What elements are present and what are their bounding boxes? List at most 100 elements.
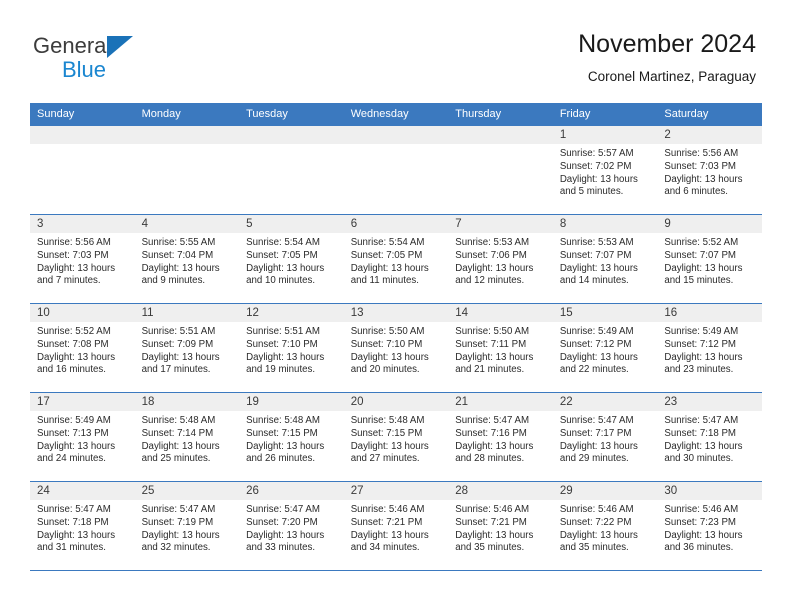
calendar-week-row: 17 Sunrise: 5:49 AM Sunset: 7:13 PM Dayligh… [30, 392, 762, 482]
calendar-week-row: 3 Sunrise: 5:56 AM Sunset: 7:03 PM Daylight… [30, 214, 762, 304]
calendar-day-cell[interactable]: 28 Sunrise: 5:46 AM Sunset: 7:21 PM Dayligh… [448, 481, 553, 571]
daylight-duration-line2: and 36 minutes. [664, 542, 734, 554]
sunrise-time: Sunrise: 5:54 AM [246, 237, 320, 248]
calendar-week-row: 24 Sunrise: 5:47 AM Sunset: 7:18 PM Dayligh… [30, 481, 762, 571]
calendar-day-cell[interactable]: 6 Sunrise: 5:54 AM Sunset: 7:05 PM Daylight… [343, 214, 449, 304]
sunrise-time: Sunrise: 5:50 AM [455, 326, 530, 337]
sunrise-time: Sunrise: 5:51 AM [141, 326, 216, 337]
logo-text-blue: Blue [62, 57, 107, 82]
sunrise-time: Sunrise: 5:47 AM [559, 415, 634, 426]
logo-triangle-icon [107, 36, 133, 58]
day-sun-info: Sunrise: 5:50 AM Sunset: 7:10 PM Daylight:… [344, 322, 449, 377]
sunrise-time: Sunrise: 5:47 AM [664, 415, 739, 426]
daylight-duration-line1: Daylight: 13 hours [246, 440, 325, 452]
day-number: 2 [657, 126, 762, 144]
daylight-duration-line2: and 35 minutes. [559, 542, 629, 554]
day-sun-info: Sunrise: 5:52 AM Sunset: 7:07 PM Daylight:… [657, 233, 762, 288]
generalblue-logo[interactable]: General Blue [33, 34, 233, 86]
day-number: 28 [448, 482, 553, 500]
calendar-day-cell[interactable]: 29 Sunrise: 5:46 AM Sunset: 7:22 PM Dayligh… [552, 481, 658, 571]
sunset-time: Sunset: 7:11 PM [455, 338, 527, 350]
day-sun-info: Sunrise: 5:49 AM Sunset: 7:13 PM Daylight:… [30, 411, 135, 466]
sunset-time: Sunset: 7:21 PM [455, 516, 527, 528]
day-sun-info: Sunrise: 5:53 AM Sunset: 7:06 PM Daylight:… [448, 233, 553, 288]
calendar-day-cell-empty [134, 125, 240, 215]
day-sun-info: Sunrise: 5:47 AM Sunset: 7:16 PM Daylight:… [448, 411, 553, 466]
calendar-day-cell[interactable]: 16 Sunrise: 5:49 AM Sunset: 7:12 PM Dayligh… [657, 303, 762, 393]
sunset-time: Sunset: 7:10 PM [350, 338, 423, 350]
calendar-day-cell[interactable]: 1 Sunrise: 5:57 AM Sunset: 7:02 PM Daylight… [552, 125, 658, 215]
calendar-day-cell[interactable]: 7 Sunrise: 5:53 AM Sunset: 7:06 PM Daylight… [448, 214, 553, 304]
calendar-day-cell[interactable]: 22 Sunrise: 5:47 AM Sunset: 7:17 PM Dayligh… [552, 392, 658, 482]
calendar-day-cell[interactable]: 25 Sunrise: 5:47 AM Sunset: 7:19 PM Dayligh… [134, 481, 240, 571]
calendar-day-cell[interactable]: 13 Sunrise: 5:50 AM Sunset: 7:10 PM Dayligh… [343, 303, 449, 393]
sunrise-time: Sunrise: 5:46 AM [455, 504, 530, 515]
calendar-table: Sunday Monday Tuesday Wednesday Thursday… [30, 103, 762, 571]
daylight-duration-line1: Daylight: 13 hours [350, 529, 429, 541]
page-subtitle: Coronel Martinez, Paraguay [587, 69, 756, 84]
day-number: 26 [239, 482, 344, 500]
calendar-day-cell[interactable]: 18 Sunrise: 5:48 AM Sunset: 7:14 PM Dayligh… [134, 392, 240, 482]
day-sun-info: Sunrise: 5:51 AM Sunset: 7:10 PM Daylight:… [239, 322, 344, 377]
sunset-time: Sunset: 7:06 PM [455, 249, 527, 261]
day-number: 20 [343, 393, 449, 411]
day-number: 4 [134, 215, 240, 233]
calendar-day-cell[interactable]: 12 Sunrise: 5:51 AM Sunset: 7:10 PM Dayligh… [239, 303, 344, 393]
day-number: 5 [239, 215, 344, 233]
daylight-duration-line2: and 30 minutes. [664, 453, 734, 465]
sunrise-time: Sunrise: 5:50 AM [350, 326, 425, 337]
calendar-day-cell[interactable]: 10 Sunrise: 5:52 AM Sunset: 7:08 PM Dayligh… [30, 303, 135, 393]
daylight-duration-line2: and 21 minutes. [455, 364, 525, 376]
day-sun-info: Sunrise: 5:47 AM Sunset: 7:20 PM Daylight:… [239, 500, 344, 555]
calendar-day-cell[interactable]: 3 Sunrise: 5:56 AM Sunset: 7:03 PM Daylight… [30, 214, 135, 304]
calendar-day-cell[interactable]: 4 Sunrise: 5:55 AM Sunset: 7:04 PM Daylight… [134, 214, 240, 304]
weekday-header-thursday: Thursday [448, 103, 553, 126]
sunrise-time: Sunrise: 5:56 AM [37, 237, 111, 248]
daylight-duration-line2: and 33 minutes. [246, 542, 316, 554]
calendar-day-cell[interactable]: 27 Sunrise: 5:46 AM Sunset: 7:21 PM Dayligh… [343, 481, 449, 571]
day-number: 13 [343, 304, 449, 322]
sunset-time: Sunset: 7:23 PM [664, 516, 736, 528]
calendar-day-cell[interactable]: 19 Sunrise: 5:48 AM Sunset: 7:15 PM Dayligh… [239, 392, 344, 482]
calendar-day-cell[interactable]: 17 Sunrise: 5:49 AM Sunset: 7:13 PM Dayligh… [30, 392, 135, 482]
day-number: 19 [239, 393, 344, 411]
calendar-day-cell[interactable]: 5 Sunrise: 5:54 AM Sunset: 7:05 PM Daylight… [239, 214, 344, 304]
weekday-header-wednesday: Wednesday [343, 103, 449, 126]
day-number: 11 [134, 304, 240, 322]
calendar-day-cell[interactable]: 30 Sunrise: 5:46 AM Sunset: 7:23 PM Dayligh… [657, 481, 762, 571]
calendar-day-cell[interactable]: 9 Sunrise: 5:52 AM Sunset: 7:07 PM Daylight… [657, 214, 762, 304]
calendar-day-cell[interactable]: 20 Sunrise: 5:48 AM Sunset: 7:15 PM Dayligh… [343, 392, 449, 482]
sunset-time: Sunset: 7:18 PM [664, 427, 736, 439]
daylight-duration-line2: and 35 minutes. [455, 542, 525, 554]
sunset-time: Sunset: 7:09 PM [141, 338, 214, 350]
calendar-day-cell[interactable]: 8 Sunrise: 5:53 AM Sunset: 7:07 PM Daylight… [552, 214, 658, 304]
calendar-day-cell[interactable]: 11 Sunrise: 5:51 AM Sunset: 7:09 PM Dayligh… [134, 303, 240, 393]
calendar-day-cell[interactable]: 2 Sunrise: 5:56 AM Sunset: 7:03 PM Daylight… [657, 125, 762, 215]
calendar-day-cell[interactable]: 21 Sunrise: 5:47 AM Sunset: 7:16 PM Dayligh… [448, 392, 553, 482]
day-sun-info: Sunrise: 5:51 AM Sunset: 7:09 PM Daylight:… [135, 322, 240, 377]
calendar-day-cell[interactable]: 23 Sunrise: 5:47 AM Sunset: 7:18 PM Dayligh… [657, 392, 762, 482]
daylight-duration-line1: Daylight: 13 hours [246, 529, 325, 541]
calendar-day-cell[interactable]: 24 Sunrise: 5:47 AM Sunset: 7:18 PM Dayligh… [30, 481, 135, 571]
daylight-duration-line1: Daylight: 13 hours [664, 173, 743, 185]
daylight-duration-line1: Daylight: 13 hours [141, 351, 220, 363]
day-sun-info: Sunrise: 5:49 AM Sunset: 7:12 PM Daylight:… [553, 322, 658, 377]
logo-text-general: General [33, 33, 112, 58]
daylight-duration-line2: and 26 minutes. [246, 453, 316, 465]
sunset-time: Sunset: 7:15 PM [246, 427, 318, 439]
day-sun-info: Sunrise: 5:56 AM Sunset: 7:03 PM Daylight:… [30, 233, 135, 288]
daylight-duration-line1: Daylight: 13 hours [664, 262, 743, 274]
calendar-day-cell[interactable]: 14 Sunrise: 5:50 AM Sunset: 7:11 PM Dayligh… [448, 303, 553, 393]
sunrise-time: Sunrise: 5:47 AM [246, 504, 320, 515]
day-number: 30 [657, 482, 762, 500]
day-number: 29 [552, 482, 658, 500]
sunset-time: Sunset: 7:08 PM [37, 338, 109, 350]
calendar-day-cell[interactable]: 26 Sunrise: 5:47 AM Sunset: 7:20 PM Dayligh… [239, 481, 344, 571]
day-sun-info: Sunrise: 5:46 AM Sunset: 7:21 PM Daylight:… [344, 500, 449, 555]
weekday-header-monday: Monday [134, 103, 240, 126]
daylight-duration-line2: and 28 minutes. [455, 453, 525, 465]
daylight-duration-line2: and 32 minutes. [141, 542, 211, 554]
calendar-day-cell[interactable]: 15 Sunrise: 5:49 AM Sunset: 7:12 PM Dayligh… [552, 303, 658, 393]
daylight-duration-line2: and 12 minutes. [455, 275, 525, 287]
day-sun-info: Sunrise: 5:48 AM Sunset: 7:15 PM Daylight:… [344, 411, 449, 466]
